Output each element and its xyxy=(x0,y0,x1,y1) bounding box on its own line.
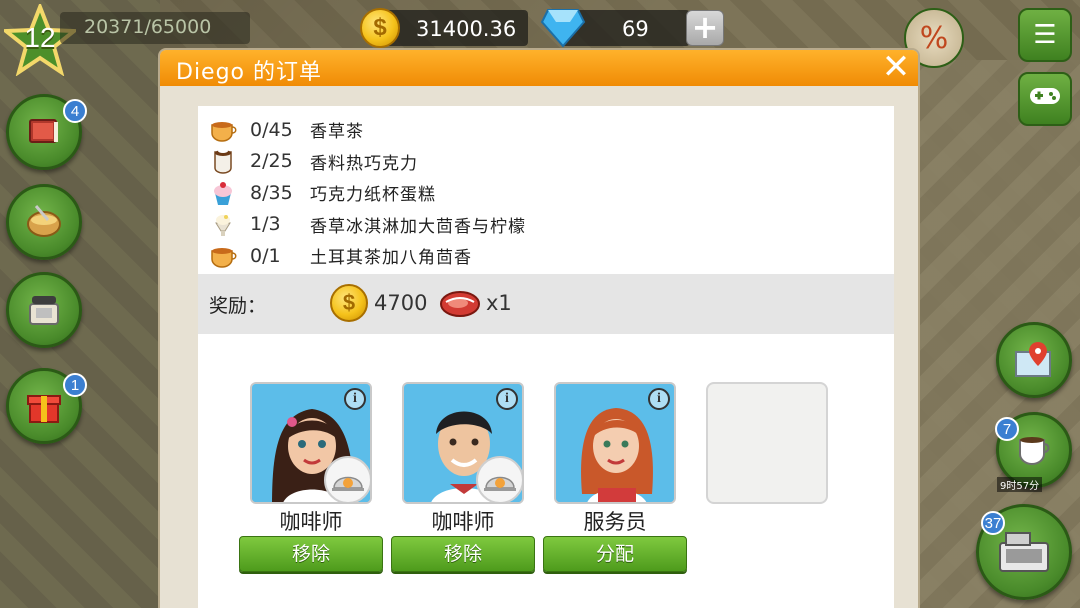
gems-value: 69 xyxy=(622,17,649,41)
map-pin-icon xyxy=(999,325,1069,395)
map-button[interactable] xyxy=(996,322,1072,398)
reward-coin-icon: $ xyxy=(330,284,368,322)
order-item-count: 8/35 xyxy=(250,181,293,204)
order-item: 8/35 巧克力纸杯蛋糕 xyxy=(208,177,526,209)
hot-chocolate-icon xyxy=(214,149,232,175)
dialog-header: Diego 的订单 ✕ xyxy=(160,50,918,86)
staff-card-barista-2[interactable]: i xyxy=(402,382,524,504)
dialog-title: Diego 的订单 xyxy=(176,60,323,85)
cooking-pot-icon xyxy=(9,187,79,257)
menu-button[interactable]: ☰ xyxy=(1018,8,1072,62)
list-menu-icon: ☰ xyxy=(1033,20,1057,50)
info-icon[interactable]: i xyxy=(496,388,518,410)
staff-role-3: 服务员 xyxy=(583,510,647,534)
close-button[interactable]: ✕ xyxy=(880,50,912,84)
reward-band: 奖励： $ 4700 x1 xyxy=(198,274,894,334)
gift-button[interactable]: 1 xyxy=(6,368,87,444)
staff-role-2: 咖啡师 xyxy=(431,510,495,534)
order-item-count: 0/45 xyxy=(250,118,293,141)
phone-button[interactable] xyxy=(6,272,82,348)
cafe-orders-button[interactable]: 7 9时57分 xyxy=(995,412,1072,492)
tea-cup-icon xyxy=(211,247,237,268)
staff-card-waitress[interactable]: i xyxy=(554,382,676,504)
register-badge: 37 xyxy=(981,511,1005,535)
coins-value: 31400.36 xyxy=(416,17,517,41)
order-item: 1/3 香草冰淇淋加大茴香与柠檬 xyxy=(208,209,526,241)
order-item-count: 1/3 xyxy=(250,213,281,236)
player-level: 12 xyxy=(24,22,56,53)
gem-icon xyxy=(540,9,586,48)
xp-counter: 20371/65000 xyxy=(84,16,212,38)
staff-card-barista-1[interactable]: i xyxy=(250,382,372,504)
gift-badge: 1 xyxy=(63,373,87,397)
order-panel: 0/45 香草茶 2/25 香料热巧克力 8/35 巧克力纸杯蛋糕 1/3 香草… xyxy=(198,106,894,608)
games-button[interactable] xyxy=(1018,72,1072,126)
order-item: 0/45 香草茶 xyxy=(208,114,526,146)
tea-cup-icon xyxy=(211,121,237,142)
order-list: 0/45 香草茶 2/25 香料热巧克力 8/35 巧克力纸杯蛋糕 1/3 香草… xyxy=(208,114,526,272)
cafe-timer: 9时57分 xyxy=(997,477,1043,492)
order-item-name: 香草冰淇淋加大茴香与柠檬 xyxy=(310,216,526,237)
order-item-count: 0/1 xyxy=(250,244,281,267)
percent-icon: % xyxy=(919,20,949,56)
order-item-name: 土耳其茶加八角茴香 xyxy=(310,248,472,269)
meat-steak-icon xyxy=(440,291,480,317)
telephone-icon xyxy=(9,275,79,345)
recipe-badge: 4 xyxy=(63,99,87,123)
staff-role-1: 咖啡师 xyxy=(279,510,343,534)
order-item: 0/1 土耳其茶加八角茴香 xyxy=(208,240,526,272)
order-item-name: 巧克力纸杯蛋糕 xyxy=(310,185,436,206)
kitchen-button[interactable] xyxy=(6,184,82,260)
order-item-name: 香料热巧克力 xyxy=(310,153,418,174)
order-dialog: Diego 的订单 ✕ 0/45 香草茶 2/25 香料热巧克力 8/35 巧克… xyxy=(160,50,918,608)
remove-staff-button-1[interactable]: 移除 xyxy=(239,536,383,572)
info-icon[interactable]: i xyxy=(344,388,366,410)
info-icon[interactable]: i xyxy=(648,388,670,410)
reward-item-count: x1 xyxy=(486,291,512,315)
reward-label: 奖励： xyxy=(209,295,267,317)
recipe-book-button[interactable]: 4 xyxy=(6,94,87,170)
ice-cream-icon xyxy=(215,215,231,237)
assign-staff-button[interactable]: 分配 xyxy=(543,536,687,572)
cafe-badge: 7 xyxy=(995,417,1019,441)
add-gems-button[interactable]: + xyxy=(686,10,724,46)
cupcake-icon xyxy=(214,181,232,205)
cloche-icon xyxy=(476,456,522,502)
coin-icon: $ xyxy=(360,8,400,48)
remove-staff-button-2[interactable]: 移除 xyxy=(391,536,535,572)
gamepad-icon xyxy=(1029,84,1061,114)
order-item-count: 2/25 xyxy=(250,150,293,173)
order-item: 2/25 香料热巧克力 xyxy=(208,146,526,178)
cloche-icon xyxy=(324,456,370,502)
reward-coins: 4700 xyxy=(374,291,428,315)
empty-staff-slot[interactable] xyxy=(706,382,828,504)
cash-register-button[interactable]: 37 xyxy=(976,504,1072,600)
order-item-name: 香草茶 xyxy=(310,122,364,143)
